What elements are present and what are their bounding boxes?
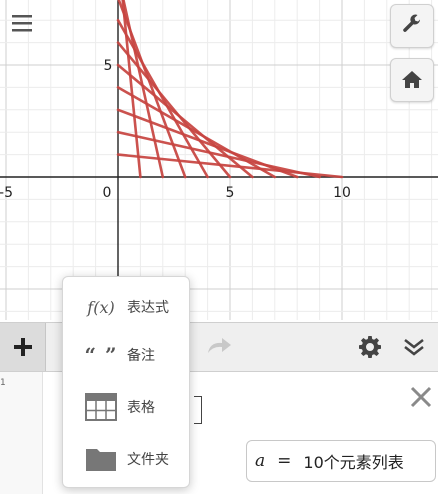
add-item-menu: f(x) 表达式 “ ” 备注 表格 文件夹: [62, 276, 190, 488]
folder-icon: [86, 449, 116, 471]
menu-item-expression[interactable]: f(x) 表达式: [63, 285, 191, 329]
graph-settings-button[interactable]: [390, 4, 434, 48]
tick-labels: -5 0 5 10 5: [0, 58, 351, 201]
list-bracket: [194, 396, 202, 424]
menu-item-folder[interactable]: 文件夹: [63, 437, 191, 481]
menu-item-label: 表格: [127, 400, 155, 416]
close-icon[interactable]: [408, 384, 434, 410]
table-icon: [85, 393, 117, 421]
home-button[interactable]: [390, 58, 434, 102]
expression-index: 1: [0, 378, 6, 388]
menu-item-label: 备注: [127, 348, 155, 364]
graph-canvas[interactable]: -5 0 5 10 5: [0, 0, 438, 320]
home-icon: [402, 71, 422, 88]
x-tick-label: 10: [333, 185, 351, 201]
double-chevron-down-icon[interactable]: [402, 335, 426, 359]
segment-3: [117, 0, 187, 179]
x-tick-label: 5: [226, 185, 235, 201]
menu-item-label: 文件夹: [127, 452, 169, 468]
menu-button[interactable]: [8, 10, 36, 38]
menu-item-table[interactable]: 表格: [63, 385, 191, 429]
menu-item-note[interactable]: “ ” 备注: [63, 333, 191, 377]
axes: [0, 0, 438, 320]
quote-icon: “ ”: [84, 343, 118, 367]
tooltip-equals: =: [277, 451, 292, 471]
y-tick-label: 5: [104, 58, 113, 74]
menu-item-label: 表达式: [127, 300, 169, 316]
tooltip-variable: a: [255, 451, 266, 471]
expression-gutter: 1: [0, 372, 43, 494]
hamburger-menu-icon: [12, 15, 32, 32]
wrench-icon: [403, 14, 421, 32]
grid-lines: [0, 0, 438, 320]
plus-icon: [13, 338, 32, 356]
x-tick-label: 0: [103, 185, 112, 201]
expression-tooltip: a = 10个元素列表: [246, 440, 436, 482]
gear-icon[interactable]: [358, 335, 382, 359]
tooltip-description: 10个元素列表: [303, 453, 404, 472]
add-item-button[interactable]: [0, 323, 46, 371]
x-tick-label: -5: [0, 185, 13, 201]
fx-icon: f(x): [87, 297, 115, 317]
redo-icon[interactable]: [204, 335, 234, 359]
